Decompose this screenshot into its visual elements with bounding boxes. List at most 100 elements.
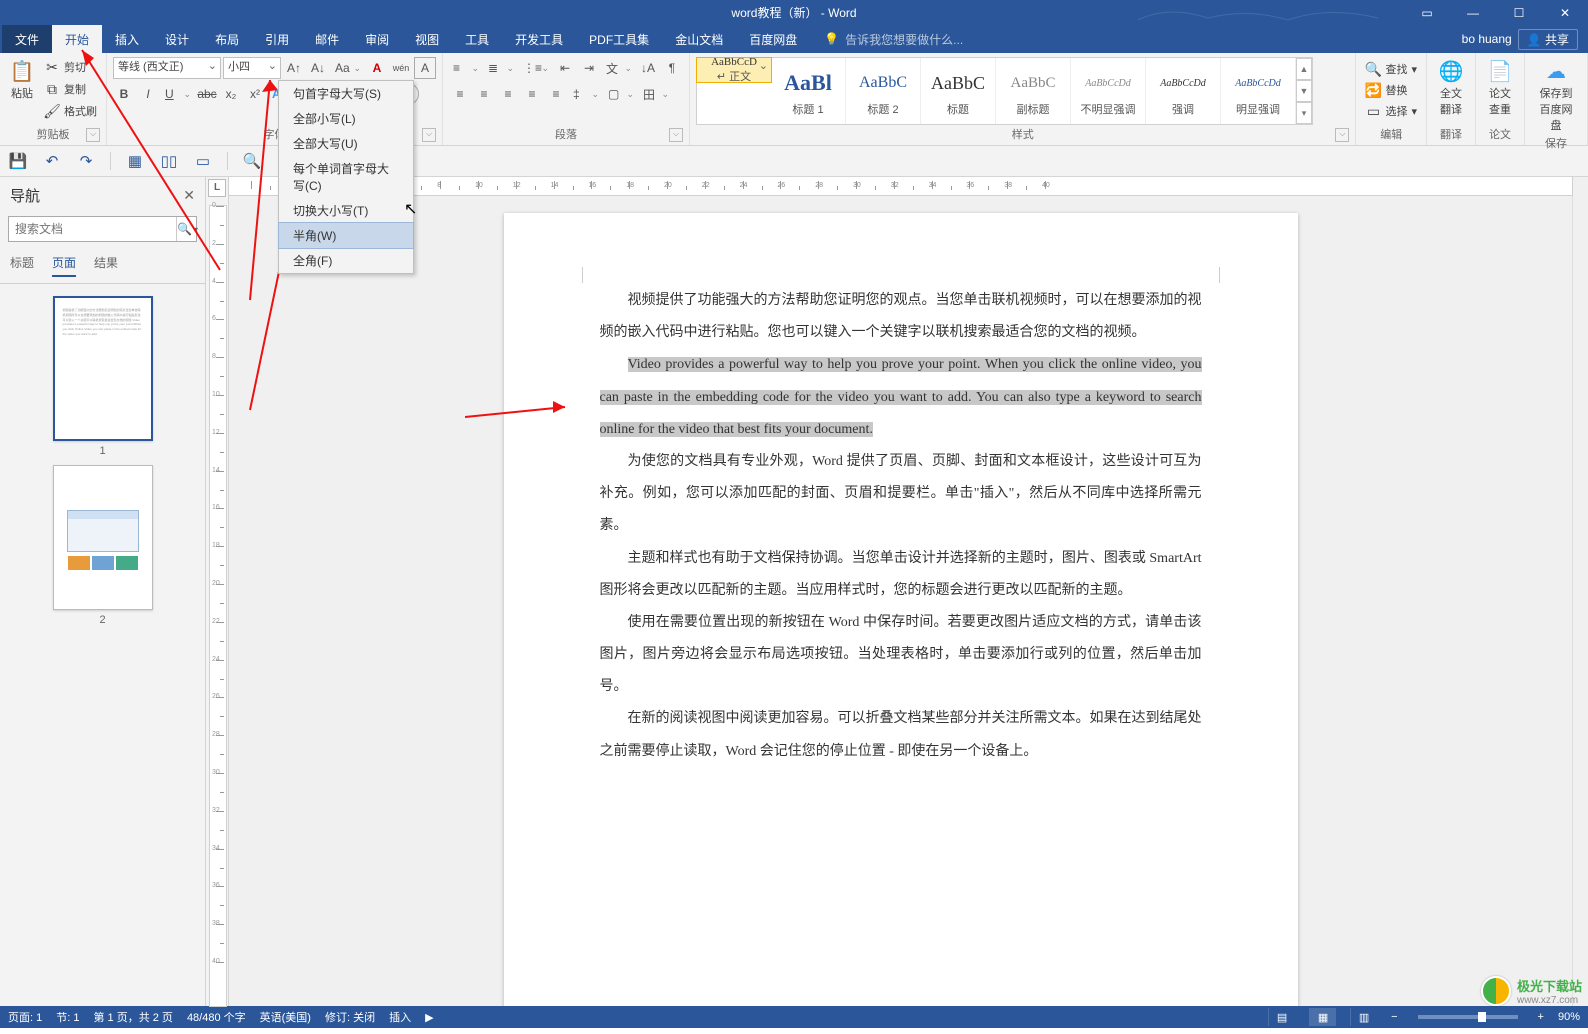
distribute-button[interactable]: ≡ (545, 83, 567, 105)
status-track[interactable]: 修订: 关闭 (325, 1009, 375, 1025)
show-marks-button[interactable]: ¶ (661, 57, 683, 79)
status-words[interactable]: 48/480 个字 (187, 1009, 246, 1025)
replace-button[interactable]: 🔁替换 (1362, 80, 1420, 100)
tab-jinshan[interactable]: 金山文档 (662, 25, 736, 53)
style-emphasis[interactable]: AaBbCcDd强调 (1146, 58, 1221, 124)
qat-find-button[interactable]: 🔍 (242, 151, 262, 171)
style-heading1[interactable]: AaBl标题 1 (771, 58, 846, 124)
find-button[interactable]: 🔍查找 ▾ (1362, 59, 1420, 79)
tab-insert[interactable]: 插入 (102, 25, 152, 53)
format-painter-button[interactable]: 🖌格式刷 (41, 101, 100, 121)
font-launcher[interactable]: ⌵ (422, 128, 436, 142)
undo-button[interactable]: ↶ (42, 151, 62, 171)
tab-home[interactable]: 开始 (52, 25, 102, 53)
zoom-slider[interactable] (1418, 1015, 1518, 1019)
style-subtle-emphasis[interactable]: AaBbCcDd不明显强调 (1071, 58, 1146, 124)
zoom-out-button[interactable]: − (1391, 1011, 1397, 1023)
doc-paragraph[interactable]: 视频提供了功能强大的方法帮助您证明您的观点。当您单击联机视频时，可以在想要添加的… (600, 285, 1202, 349)
doc-paragraph[interactable]: 主题和样式也有助于文档保持协调。当您单击设计并选择新的主题时，图片、图表或 Sm… (600, 543, 1202, 607)
select-button[interactable]: ▭选择 ▾ (1362, 101, 1420, 121)
zoom-level[interactable]: 90% (1558, 1011, 1580, 1023)
tell-me[interactable]: 💡告诉我您想要做什么... (824, 25, 963, 53)
nav-thumb-2[interactable]: 2 (53, 465, 153, 626)
tab-selector[interactable]: L (208, 179, 226, 197)
menu-capitalize-each[interactable]: 每个单词首字母大写(C) (279, 156, 413, 198)
menu-toggle-case[interactable]: 切换大小写(T) (279, 198, 413, 223)
menu-sentence-case[interactable]: 句首字母大写(S) (279, 81, 413, 106)
zoom-in-button[interactable]: + (1538, 1011, 1544, 1023)
sort-button[interactable]: ↓A (637, 57, 659, 79)
status-section[interactable]: 节: 1 (56, 1009, 79, 1025)
nav-search-go[interactable]: 🔍 (176, 217, 198, 241)
view-print-button[interactable]: ▦ (1309, 1008, 1336, 1026)
style-title[interactable]: AaBbC标题 (921, 58, 996, 124)
styles-launcher[interactable]: ⌵ (1335, 128, 1349, 142)
tab-baidu[interactable]: 百度网盘 (736, 25, 810, 53)
tab-layout[interactable]: 布局 (202, 25, 252, 53)
clipboard-launcher[interactable]: ⌵ (86, 128, 100, 142)
status-page-of[interactable]: 第 1 页，共 2 页 (93, 1009, 172, 1025)
justify-button[interactable]: ≡ (521, 83, 543, 105)
minimize-button[interactable]: ― (1450, 0, 1496, 25)
font-name-select[interactable]: 等线 (西文正) (113, 57, 221, 79)
doc-paragraph-selected[interactable]: Video provides a powerful way to help yo… (600, 349, 1202, 446)
status-macro-icon[interactable]: ▶ (425, 1011, 433, 1024)
italic-button[interactable]: I (137, 83, 159, 105)
nav-tab-pages[interactable]: 页面 (52, 254, 76, 277)
style-intense-emphasis[interactable]: AaBbCcDd明显强调 (1221, 58, 1296, 124)
qat-layout-button[interactable]: ▦ (125, 151, 145, 171)
doc-paragraph[interactable]: 在新的阅读视图中阅读更加容易。可以折叠文档某些部分并关注所需文本。如果在达到结尾… (600, 703, 1202, 767)
menu-lowercase[interactable]: 全部小写(L) (279, 106, 413, 131)
menu-half-width[interactable]: 半角(W) (278, 222, 414, 249)
nav-search-input[interactable] (9, 217, 176, 241)
ribbon-options-icon[interactable]: ▭ (1404, 0, 1450, 25)
doc-paragraph[interactable]: 为使您的文档具有专业外观，Word 提供了页眉、页脚、封面和文本框设计，这些设计… (600, 446, 1202, 543)
vertical-ruler[interactable]: L 0246810121416182022242628303234363840 (206, 177, 229, 1006)
increase-indent-button[interactable]: ⇥ (578, 57, 600, 79)
style-normal[interactable]: AaBbCcD↵ 正文 (696, 57, 772, 83)
paper-check-button[interactable]: 📄论文查重 (1482, 57, 1518, 119)
subscript-button[interactable]: x₂ (220, 83, 242, 105)
share-button[interactable]: 👤 共享 (1518, 29, 1578, 50)
menu-uppercase[interactable]: 全部大写(U) (279, 131, 413, 156)
superscript-button[interactable]: x² (244, 83, 266, 105)
status-insert[interactable]: 插入 (389, 1009, 411, 1025)
phonetic-guide-button[interactable]: A (366, 57, 388, 79)
save-button[interactable]: 💾 (8, 151, 28, 171)
baidu-save-button[interactable]: ☁保存到百度网盘 (1531, 57, 1581, 135)
shrink-font-button[interactable]: A↓ (307, 57, 329, 79)
user-name[interactable]: bo huang (1462, 32, 1512, 46)
translate-button[interactable]: 🌐全文翻译 (1433, 57, 1469, 119)
shading-button[interactable]: ▢ (604, 83, 637, 105)
tab-mailings[interactable]: 邮件 (302, 25, 352, 53)
horizontal-ruler[interactable]: 0246810121416182022242628303234363840 (228, 177, 1573, 196)
tab-references[interactable]: 引用 (252, 25, 302, 53)
tab-review[interactable]: 审阅 (352, 25, 402, 53)
maximize-button[interactable]: ☐ (1496, 0, 1542, 25)
align-left-button[interactable]: ≡ (449, 83, 471, 105)
align-right-button[interactable]: ≡ (497, 83, 519, 105)
numbering-button[interactable]: ≣ (484, 57, 517, 79)
cut-button[interactable]: ✂剪切 (41, 57, 100, 77)
pinyin-button[interactable]: wén (390, 57, 412, 79)
tab-pdf[interactable]: PDF工具集 (576, 25, 662, 53)
style-scroll[interactable]: ▲▼▾ (1296, 58, 1312, 124)
nav-tab-results[interactable]: 结果 (94, 254, 118, 277)
style-subtitle[interactable]: AaBbC副标题 (996, 58, 1071, 124)
bullets-button[interactable]: ≡ (449, 57, 482, 79)
tab-file[interactable]: 文件 (2, 25, 52, 53)
qat-breaks-button[interactable]: ▭ (193, 151, 213, 171)
multilevel-button[interactable]: ⋮≡ (519, 57, 552, 79)
paste-button[interactable]: 📋 粘贴 (6, 57, 38, 103)
bold-button[interactable]: B (113, 83, 135, 105)
copy-button[interactable]: ⧉复制 (41, 79, 100, 99)
close-button[interactable]: ✕ (1542, 0, 1588, 25)
strike-button[interactable]: abc (196, 83, 218, 105)
grow-font-button[interactable]: A↑ (283, 57, 305, 79)
view-web-button[interactable]: ▥ (1350, 1008, 1377, 1026)
page-scroll[interactable]: 视频提供了功能强大的方法帮助您证明您的观点。当您单击联机视频时，可以在想要添加的… (229, 177, 1572, 1006)
borders-button[interactable]: 田 (639, 83, 672, 105)
underline-button[interactable]: U (161, 83, 194, 105)
decrease-indent-button[interactable]: ⇤ (554, 57, 576, 79)
nav-tab-headings[interactable]: 标题 (10, 254, 34, 277)
